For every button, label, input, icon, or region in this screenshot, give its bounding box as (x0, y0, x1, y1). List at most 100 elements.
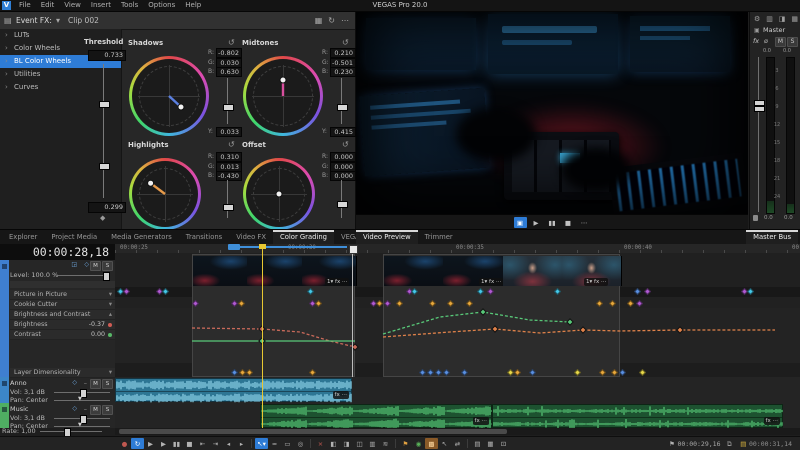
keyframe-diamond[interactable] (619, 369, 626, 376)
pause-button[interactable]: ▮▮ (546, 217, 559, 228)
master-fader-track[interactable] (758, 57, 759, 212)
go-to-end-button[interactable]: ⇥ (209, 438, 222, 449)
audio-fx-badge[interactable]: fx ⋯ (764, 417, 780, 425)
wheel-mini-slider[interactable] (227, 180, 228, 218)
tab-explorer[interactable]: Explorer (2, 230, 44, 244)
loop-region-bar[interactable] (230, 246, 347, 248)
wheel-r-value[interactable]: 0.000 (330, 152, 356, 162)
lock-icon[interactable] (753, 215, 758, 221)
shuffle-button[interactable]: ⇄ (451, 438, 464, 449)
color-wheel-shadows[interactable] (129, 56, 209, 136)
playhead-head[interactable] (259, 244, 266, 249)
anno-track-color-strip[interactable] (0, 377, 9, 403)
level-handle[interactable] (103, 272, 110, 281)
automation-icon[interactable]: ◇ (72, 405, 77, 412)
zoom-tool-button[interactable]: ◎ (294, 438, 307, 449)
fx-param-layer-dimensionality[interactable]: Layer Dimensionality▾ (10, 368, 115, 378)
video-solo-button[interactable]: S (102, 261, 113, 271)
mixer-button[interactable]: ⊡ (497, 438, 510, 449)
keyframe-diamond[interactable] (376, 300, 383, 307)
master-phase-button[interactable]: ø (764, 37, 768, 45)
stop-button[interactable]: ■ (183, 438, 196, 449)
fx-param-cookie-cutter[interactable]: Cookie Cutter▾ (10, 300, 115, 310)
wheel-mini-slider[interactable] (341, 180, 342, 218)
audio-fx-badge[interactable]: fx ⋯ (333, 391, 349, 399)
keyframe-diamond[interactable] (627, 300, 634, 307)
tab-trimmer[interactable]: Trimmer (418, 230, 460, 244)
normal-edit-tool-button[interactable]: ↖▾ (255, 438, 268, 449)
scrollbar-thumb[interactable] (119, 429, 507, 434)
tab-color-grading[interactable]: Color Grading (273, 230, 334, 244)
normal-cursor-button[interactable]: ↖ (438, 438, 451, 449)
wheel-reset-icon[interactable]: ↺ (228, 38, 235, 47)
audio-event-anno[interactable]: fx ⋯ (115, 378, 352, 402)
layout-icon[interactable]: ▦ (791, 15, 798, 23)
insert-marker-button[interactable]: ⚑ (399, 438, 412, 449)
loop-playback-button[interactable]: ↻ (131, 438, 144, 449)
keyframe-diamond[interactable] (639, 369, 646, 376)
split-button[interactable]: ◫ (353, 438, 366, 449)
tab-video-preview[interactable]: Video Preview (356, 230, 418, 244)
keyframe-diamond[interactable] (162, 288, 169, 295)
dim-icon[interactable]: ◨ (779, 15, 786, 23)
selection-start-timecode[interactable]: 00:00:29,16 (677, 440, 720, 448)
event-fx-badge[interactable]: 1▾ fx ⋯ (325, 278, 349, 286)
chevron-icon[interactable]: ▾ (109, 300, 112, 310)
selection-tool-button[interactable]: ▭ (281, 438, 294, 449)
pan-center-marker[interactable]: ▼ (78, 396, 82, 402)
auto-ripple-button[interactable]: ▩ (425, 438, 438, 449)
wheel-reset-icon[interactable]: ↺ (342, 140, 349, 149)
menu-file[interactable]: File (14, 0, 36, 11)
loop-selection-icon[interactable]: ⧉ (727, 440, 732, 448)
level-slider[interactable] (58, 275, 108, 276)
master-solo-button[interactable]: S (787, 37, 798, 47)
video-event[interactable]: 1▾ fx ⋯ (192, 254, 355, 377)
video-mute-button[interactable]: M (90, 261, 101, 271)
audio-event-burst[interactable]: fx ⋯ (260, 404, 492, 428)
pause-button[interactable]: ▮▮ (170, 438, 183, 449)
fx-param-brightness[interactable]: Brightness-0.37 (10, 320, 115, 330)
fx-param-contrast[interactable]: Contrast0.00 (10, 330, 115, 340)
go-to-start-button[interactable]: ⇤ (196, 438, 209, 449)
preview-device-button[interactable]: ▣ (514, 217, 527, 228)
wheel-slider-handle[interactable] (223, 204, 234, 211)
bypass-icon[interactable]: ◲ (71, 261, 77, 268)
edit-cursor-handle[interactable] (349, 245, 358, 254)
wheel-mini-slider[interactable] (341, 78, 342, 124)
wheel-g-value[interactable]: 0.000 (330, 162, 356, 172)
tab-master-bus[interactable]: Master Bus (746, 230, 798, 244)
tab-media-generators[interactable]: Media Generators (104, 230, 179, 244)
event-fx-badge[interactable]: 1▾ fx ⋯ (479, 278, 503, 286)
play-button[interactable]: ▶ (530, 217, 543, 228)
menu-options[interactable]: Options (143, 0, 180, 11)
keyframe-diamond[interactable] (634, 288, 641, 295)
menu-view[interactable]: View (59, 0, 86, 11)
rate-slider[interactable] (40, 431, 102, 432)
wheel-b-value[interactable]: 0.230 (330, 67, 356, 77)
crossfade-button[interactable]: ≋ (379, 438, 392, 449)
stop-button[interactable]: ■ (562, 217, 575, 228)
snapping-button[interactable]: ▤ (471, 438, 484, 449)
wheel-reset-icon[interactable]: ↺ (228, 140, 235, 149)
automation-icon[interactable]: ◇ (84, 261, 89, 268)
tab-transitions[interactable]: Transitions (179, 230, 229, 244)
minus-icon[interactable]: – (84, 379, 87, 387)
pan-slider[interactable] (54, 400, 110, 401)
loop-region-badge[interactable] (228, 244, 240, 250)
group-button[interactable]: ▥ (366, 438, 379, 449)
video-event[interactable]: 1▾ fx ⋯1▾ fx ⋯ (383, 254, 620, 377)
master-mute-button[interactable]: M (775, 37, 786, 47)
video-track-color-strip[interactable] (0, 260, 9, 377)
trim-start-button[interactable]: ◧ (327, 438, 340, 449)
settings-icon[interactable]: ⚙ (754, 15, 760, 23)
more-button[interactable]: ⋯ (578, 217, 591, 228)
chevron-icon[interactable]: ▴ (109, 310, 112, 320)
next-frame-button[interactable]: ▸ (235, 438, 248, 449)
play-from-start-button[interactable]: ▶ (144, 438, 157, 449)
grid-button[interactable]: ▦ (484, 438, 497, 449)
record-button[interactable]: ● (118, 438, 131, 449)
prev-frame-button[interactable]: ◂ (222, 438, 235, 449)
wheel-reset-icon[interactable]: ↺ (342, 38, 349, 47)
audio-event-low[interactable]: fx ⋯ (492, 404, 783, 428)
video-preview-frame[interactable] (356, 12, 748, 214)
